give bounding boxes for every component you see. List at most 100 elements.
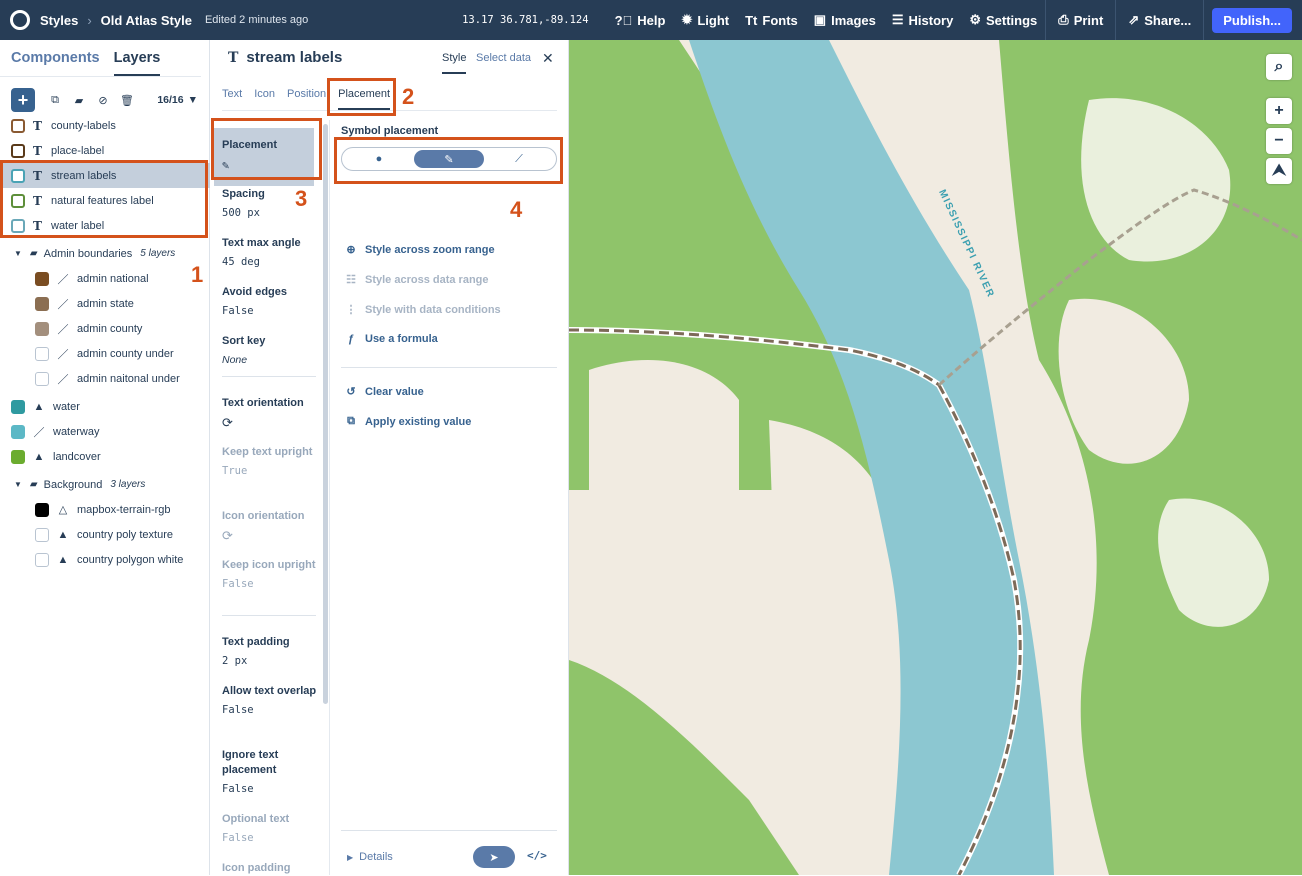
share-button[interactable]: ⇗ Share... bbox=[1116, 0, 1203, 40]
tab-components[interactable]: Components bbox=[11, 50, 100, 76]
fill-layer-icon: ▲ bbox=[57, 553, 69, 566]
text-layer-icon: T bbox=[33, 118, 42, 133]
layer-country-poly-texture[interactable]: ▲ country poly texture bbox=[0, 522, 210, 547]
layer-swatch bbox=[35, 271, 49, 286]
text-layer-icon: T bbox=[33, 143, 42, 158]
duplicate-icon[interactable]: ⧉ bbox=[47, 92, 63, 108]
style-across-data-button[interactable]: ☷ Style across data range bbox=[345, 273, 488, 287]
subtab-text[interactable]: Text bbox=[222, 84, 242, 110]
zoom-in-button[interactable]: + bbox=[1266, 98, 1292, 124]
settings-label: Settings bbox=[986, 12, 1038, 28]
share-icon: ⇗ bbox=[1128, 12, 1140, 27]
subtab-position[interactable]: Position bbox=[287, 84, 326, 110]
folder-icon[interactable]: ▰ bbox=[71, 92, 87, 108]
prop-icon-orientation[interactable]: Icon orientation ⟳ bbox=[222, 509, 318, 544]
action-label: Use a formula bbox=[365, 333, 438, 345]
layer-admin-state[interactable]: ／ admin state bbox=[0, 291, 210, 316]
studio-logo-icon[interactable] bbox=[10, 10, 30, 30]
divider bbox=[341, 367, 557, 368]
group-admin-boundaries[interactable]: ▼ ▰ Admin boundaries 5 layers bbox=[0, 241, 210, 266]
layer-admin-county-under[interactable]: ／ admin county under bbox=[0, 341, 210, 366]
layer-label: mapbox-terrain-rgb bbox=[77, 503, 171, 516]
layer-admin-national[interactable]: ／ admin national bbox=[0, 266, 210, 291]
breadcrumb-styles-link[interactable]: Styles bbox=[40, 13, 78, 28]
help-button[interactable]: ?⃝ Help bbox=[607, 0, 674, 40]
tab-layers[interactable]: Layers bbox=[113, 50, 161, 76]
prop-text-padding[interactable]: Text padding 2 px bbox=[222, 635, 318, 667]
images-button[interactable]: ▣ Images bbox=[806, 0, 884, 40]
style-across-zoom-button[interactable]: ⊕ Style across zoom range bbox=[345, 243, 494, 257]
details-toggle[interactable]: ▶ Details bbox=[347, 851, 393, 863]
zoom-out-button[interactable]: − bbox=[1266, 128, 1292, 154]
images-label: Images bbox=[831, 12, 876, 28]
prop-text-max-angle[interactable]: Text max angle 45 deg bbox=[222, 236, 318, 268]
hide-icon[interactable]: ⊘ bbox=[95, 92, 111, 108]
gear-icon: ⚙ bbox=[969, 12, 981, 27]
map-svg: MISSISSIPPI RIVER bbox=[569, 40, 1302, 875]
prop-text-orientation[interactable]: Text orientation ⟳ bbox=[222, 396, 318, 431]
layer-county-labels[interactable]: Tcounty-labels bbox=[0, 113, 210, 138]
layer-count[interactable]: 16/16 ▼ bbox=[157, 94, 198, 106]
prop-avoid-edges[interactable]: Avoid edges False bbox=[222, 285, 318, 317]
select-mode-button[interactable]: ➤ bbox=[473, 846, 515, 868]
layer-country-polygon-white[interactable]: ▲ country polygon white bbox=[0, 547, 210, 572]
fonts-button[interactable]: Tt Fonts bbox=[737, 0, 806, 40]
search-icon[interactable]: ⌕ bbox=[1266, 54, 1292, 80]
apply-existing-value-button[interactable]: ⧉ Apply existing value bbox=[345, 415, 471, 428]
style-name[interactable]: Old Atlas Style bbox=[101, 13, 192, 28]
prop-keep-text-upright[interactable]: Keep text upright True bbox=[222, 445, 318, 477]
prop-keep-icon-upright[interactable]: Keep icon upright False bbox=[222, 558, 318, 590]
action-label: Apply existing value bbox=[365, 415, 472, 428]
line-layer-icon: ／ bbox=[57, 323, 69, 336]
code-view-button[interactable]: </> bbox=[527, 849, 547, 862]
prop-ignore-text-placement[interactable]: Ignore text placement False bbox=[222, 748, 318, 795]
layer-title[interactable]: stream labels bbox=[246, 49, 342, 66]
light-button[interactable]: ✹ Light bbox=[673, 0, 737, 40]
printer-icon: ⎙ bbox=[1058, 12, 1069, 27]
trash-icon[interactable]: 🗑 bbox=[119, 92, 135, 108]
annotation-box-3 bbox=[211, 118, 322, 180]
prop-optional-text[interactable]: Optional text False bbox=[222, 812, 318, 844]
caret-down-icon[interactable]: ▼ bbox=[14, 480, 22, 489]
prop-allow-text-overlap[interactable]: Allow text overlap False bbox=[222, 684, 318, 716]
map-canvas[interactable]: MISSISSIPPI RIVER ⌕ + − ⮝ bbox=[569, 40, 1302, 875]
layer-label: landcover bbox=[53, 450, 101, 463]
action-label: Clear value bbox=[365, 385, 424, 398]
prop-label: Text padding bbox=[222, 636, 290, 648]
subtab-icon[interactable]: Icon bbox=[254, 84, 275, 110]
prop-icon-padding[interactable]: Icon padding bbox=[222, 861, 318, 876]
layer-admin-national-under[interactable]: ／ admin naitonal under bbox=[0, 366, 210, 391]
print-button[interactable]: ⎙ Print bbox=[1046, 0, 1115, 40]
tab-style[interactable]: Style bbox=[442, 52, 467, 74]
layer-swatch bbox=[35, 346, 49, 361]
tab-select-data[interactable]: Select data bbox=[476, 52, 531, 64]
publish-button[interactable]: Publish... bbox=[1212, 7, 1292, 33]
action-label: Style with data conditions bbox=[365, 303, 501, 316]
layer-water[interactable]: ▲ water bbox=[0, 394, 210, 419]
group-count: 3 layers bbox=[110, 479, 146, 490]
close-icon[interactable]: ✕ bbox=[542, 50, 554, 67]
use-formula-button[interactable]: ƒ Use a formula bbox=[345, 333, 438, 345]
caret-down-icon[interactable]: ▼ bbox=[14, 249, 22, 258]
compass-icon[interactable]: ⮝ bbox=[1266, 158, 1292, 184]
group-background[interactable]: ▼ ▰ Background 3 layers bbox=[0, 472, 210, 497]
prop-sort-key[interactable]: Sort key None bbox=[222, 334, 318, 366]
add-layer-button[interactable]: + bbox=[11, 88, 35, 112]
layer-label: waterway bbox=[53, 425, 100, 438]
layer-landcover[interactable]: ▲ landcover bbox=[0, 444, 210, 469]
caret-right-icon: ▶ bbox=[347, 853, 354, 862]
prop-label: Optional text bbox=[222, 813, 290, 825]
prop-value: False bbox=[222, 832, 254, 844]
layer-admin-county[interactable]: ／ admin county bbox=[0, 316, 210, 341]
scrollbar-thumb[interactable] bbox=[323, 124, 328, 704]
help-label: Help bbox=[637, 12, 666, 28]
style-with-conditions-button[interactable]: ⋮ Style with data conditions bbox=[345, 303, 501, 317]
settings-button[interactable]: ⚙ Settings bbox=[961, 0, 1045, 40]
map-position-readout: 13.17 36.781,-89.124 bbox=[462, 14, 588, 26]
clear-value-button[interactable]: ↺ Clear value bbox=[345, 385, 424, 399]
layer-waterway[interactable]: ／ waterway bbox=[0, 419, 210, 444]
layer-swatch bbox=[11, 424, 25, 439]
history-button[interactable]: ☰ History bbox=[884, 0, 961, 40]
layer-mapbox-terrain-rgb[interactable]: △ mapbox-terrain-rgb bbox=[0, 497, 210, 522]
property-list: Placement ✎ Spacing 500 px Text max angle 4… bbox=[210, 120, 322, 875]
